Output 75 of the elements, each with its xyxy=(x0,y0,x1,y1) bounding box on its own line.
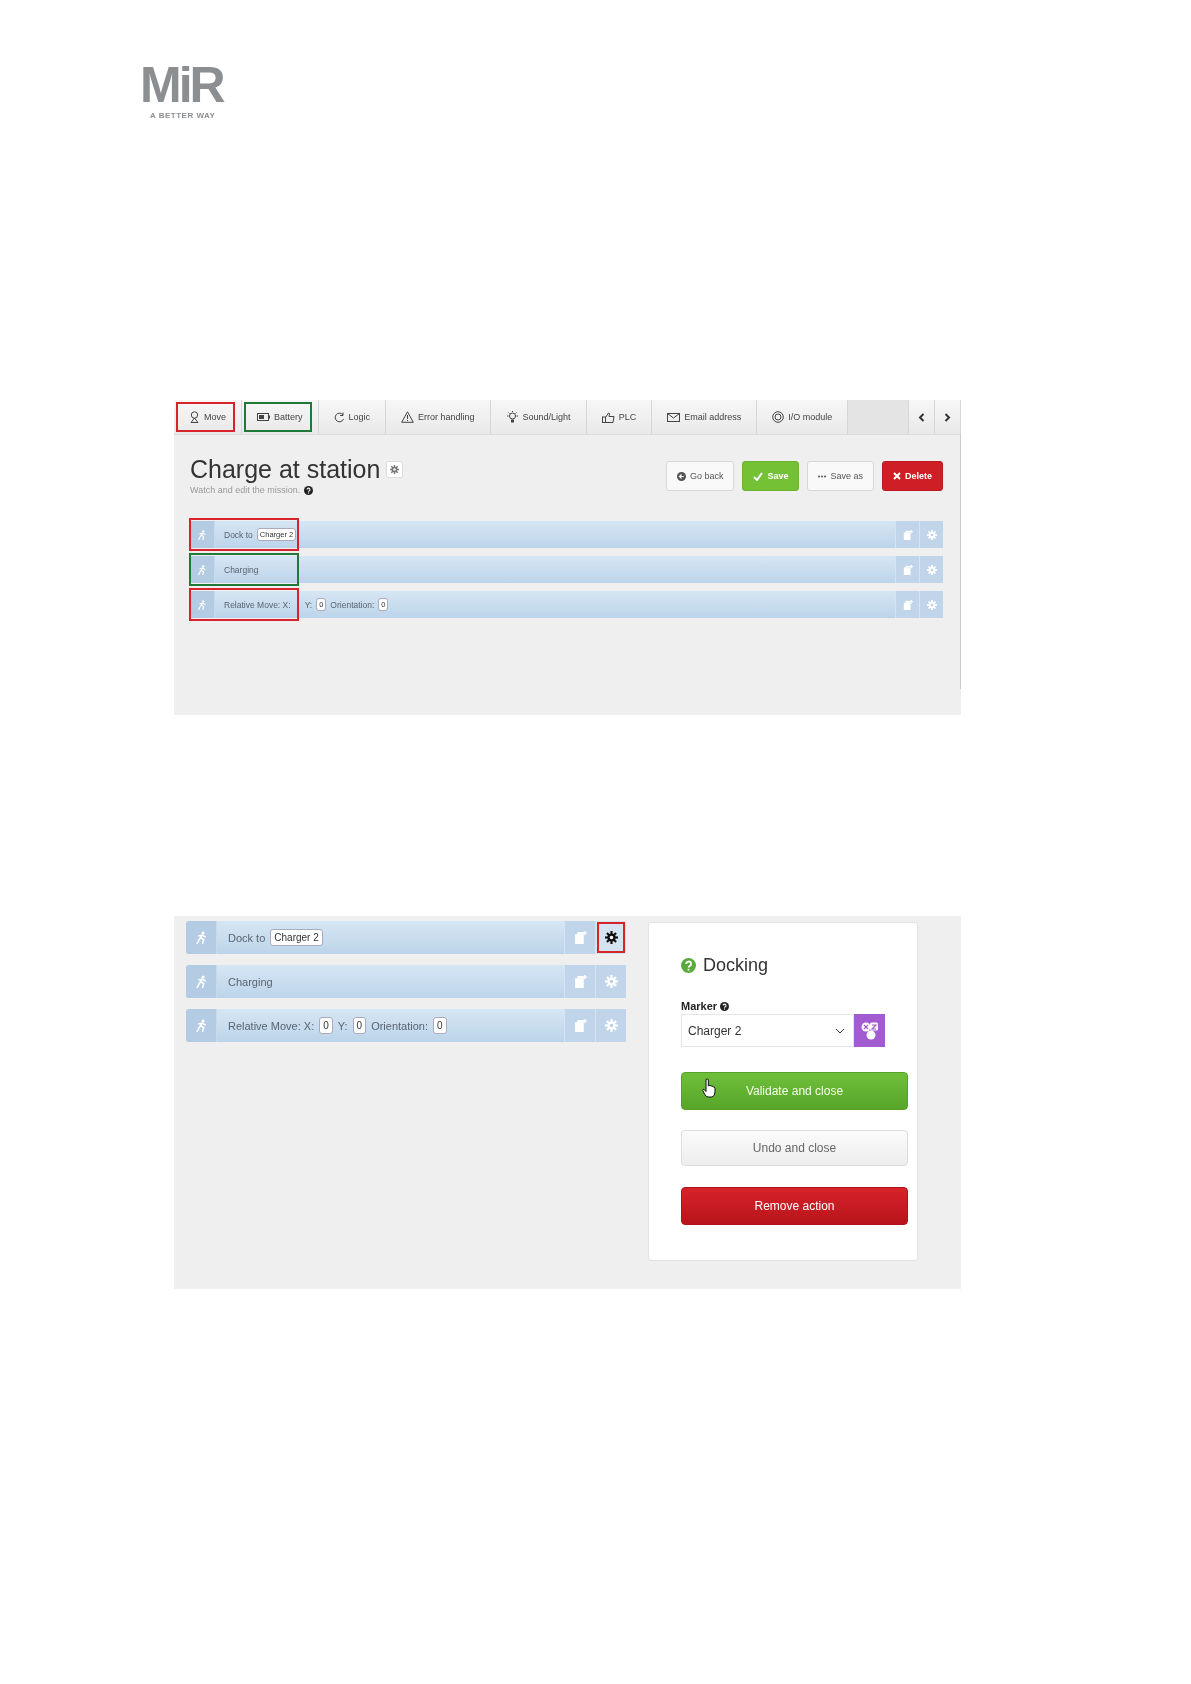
action-row[interactable]: Charging xyxy=(186,965,626,998)
move-tab[interactable]: Move xyxy=(174,400,242,434)
action-label: Y: xyxy=(304,599,313,610)
action-row[interactable]: Relative Move: X: 0 Y: 0 Orientation: 0 xyxy=(186,1009,626,1042)
help-icon xyxy=(681,958,696,973)
chevron-down-icon xyxy=(835,1027,845,1034)
ring-icon xyxy=(772,411,785,423)
error-handling-tab[interactable]: Error handling xyxy=(386,400,491,434)
delete-button[interactable]: Delete xyxy=(882,461,943,491)
running-person-icon xyxy=(194,931,208,944)
checkmark-icon xyxy=(753,471,764,481)
action-label: Dock to xyxy=(224,529,253,540)
chevron-left-icon xyxy=(918,412,925,422)
settings-button[interactable] xyxy=(386,461,404,478)
action-value: 0 xyxy=(433,1017,447,1034)
logo-tagline: A BETTER WAY xyxy=(150,111,216,120)
running-person-icon xyxy=(194,975,208,988)
dice-icon xyxy=(859,1020,880,1041)
action-label: Orientation: xyxy=(371,1019,428,1032)
panel-title: Docking xyxy=(703,955,769,976)
back-arrow-icon xyxy=(676,471,686,481)
battery-icon xyxy=(257,413,270,421)
envelope-icon xyxy=(667,412,681,422)
copy-icon[interactable] xyxy=(573,931,587,944)
mission-subtitle: Watch and edit the mission. xyxy=(190,485,301,495)
action-value: 0 xyxy=(352,1017,367,1034)
action-label: Relative Move: X: xyxy=(224,599,291,610)
scroll-left-button[interactable] xyxy=(909,400,935,434)
action-label: Y: xyxy=(337,1019,348,1032)
running-person-icon xyxy=(197,599,207,610)
copy-icon[interactable] xyxy=(573,975,587,988)
io-module-tab[interactable]: I/O module xyxy=(757,400,849,434)
copy-icon[interactable] xyxy=(902,529,913,540)
help-icon xyxy=(304,485,314,495)
hand-cursor-icon xyxy=(702,1078,716,1098)
action-row[interactable]: Dock to Charger 2 xyxy=(186,921,626,954)
copy-icon[interactable] xyxy=(902,599,913,610)
thumbs-up-icon xyxy=(601,411,615,423)
close-icon xyxy=(893,472,901,480)
go-back-button[interactable]: Go back xyxy=(665,461,735,491)
gear-icon[interactable] xyxy=(604,931,618,944)
light-bulb-icon xyxy=(505,411,519,423)
action-value: 0 xyxy=(319,1017,333,1034)
copy-icon[interactable] xyxy=(902,564,913,575)
warning-icon xyxy=(401,411,415,423)
sound-light-tab[interactable]: Sound/Light xyxy=(490,400,587,434)
copy-icon[interactable] xyxy=(573,1019,587,1032)
action-row[interactable]: Charging xyxy=(190,556,943,583)
running-person-icon xyxy=(197,564,207,575)
save-as-button[interactable]: Save as xyxy=(807,461,874,491)
mission-title: Charge at station xyxy=(190,455,381,484)
ellipsis-icon xyxy=(818,474,827,478)
action-label: Dock to xyxy=(228,931,266,944)
person-pin-icon xyxy=(189,411,200,423)
email-tab[interactable]: Email address xyxy=(652,400,758,434)
logic-tab[interactable]: Logic xyxy=(318,400,387,434)
action-label: Relative Move: X: xyxy=(228,1019,315,1032)
circular-arrow-icon xyxy=(333,411,345,423)
undo-button[interactable]: Undo and close xyxy=(681,1130,908,1166)
field-label: Marker xyxy=(681,1000,718,1012)
action-label: Charging xyxy=(224,564,259,575)
action-label: Charging xyxy=(228,975,273,988)
plc-tab[interactable]: PLC xyxy=(586,400,653,434)
battery-tab[interactable]: Battery xyxy=(242,400,319,434)
remove-button[interactable]: Remove action xyxy=(681,1187,908,1225)
help-icon xyxy=(720,1001,730,1011)
logo-wordmark: MiR xyxy=(140,62,223,108)
running-person-icon xyxy=(194,1019,208,1032)
running-person-icon xyxy=(197,529,207,540)
variable-button[interactable] xyxy=(854,1014,885,1047)
marker-dropdown[interactable]: Charger 2 xyxy=(681,1014,854,1047)
scroll-right-button[interactable] xyxy=(935,400,961,434)
action-label: Orientation: xyxy=(330,599,375,610)
chevron-right-icon xyxy=(944,412,951,422)
action-value: Charger 2 xyxy=(270,929,323,946)
